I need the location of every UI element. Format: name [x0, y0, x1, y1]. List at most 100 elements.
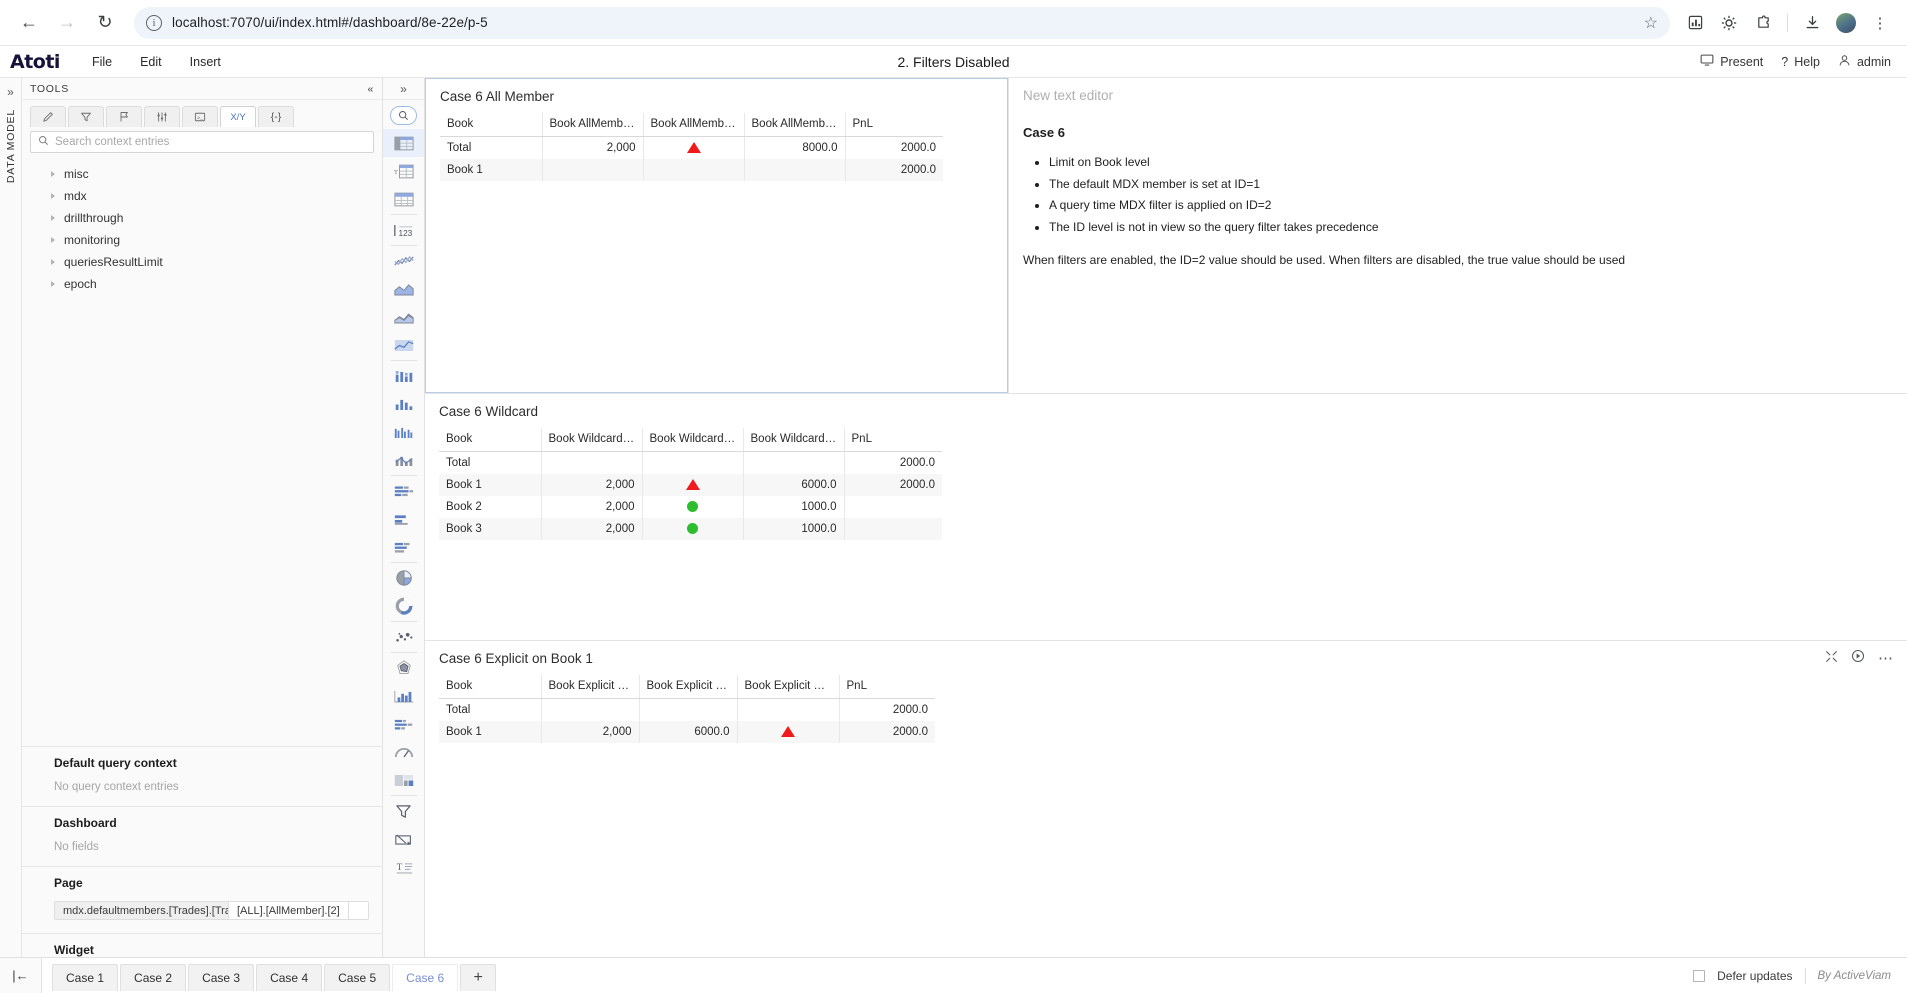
drillthrough-icon[interactable]: [383, 825, 424, 853]
reload-icon[interactable]: ↻: [88, 6, 122, 40]
user-account-button[interactable]: admin: [1838, 54, 1891, 70]
page-context-entry[interactable]: mdx.defaultmembers.[Trades].[Trad... [AL…: [54, 901, 370, 920]
kpi-number-icon[interactable]: 123: [383, 216, 424, 244]
page-context-key[interactable]: mdx.defaultmembers.[Trades].[Trad...: [54, 901, 229, 920]
column-header-book[interactable]: Book: [440, 113, 543, 137]
download-icon[interactable]: [1797, 8, 1827, 38]
help-button[interactable]: ? Help: [1781, 55, 1820, 69]
column-header-book[interactable]: Book: [439, 428, 542, 452]
page-tab-case-1[interactable]: Case 1: [52, 963, 119, 991]
gantt-chart-icon[interactable]: [383, 710, 424, 738]
filter-icon[interactable]: [68, 106, 104, 127]
context-entry-misc[interactable]: misc: [22, 163, 382, 185]
table-row[interactable]: Book 1 2000.0: [440, 159, 943, 181]
table-row[interactable]: Book 1 2,000 6000.0 2000.0: [439, 474, 942, 496]
layout-icon[interactable]: [383, 766, 424, 794]
kebab-menu-icon[interactable]: ⋮: [1865, 8, 1895, 38]
table-row[interactable]: Book 2 2,000 1000.0: [439, 496, 942, 518]
flag-icon[interactable]: [106, 106, 142, 127]
menu-file[interactable]: File: [78, 46, 126, 78]
add-page-button[interactable]: +: [460, 963, 497, 991]
more-options-icon[interactable]: ⋯: [1878, 651, 1893, 666]
line-chart-icon[interactable]: [383, 247, 424, 275]
chevron-double-left-icon[interactable]: «: [367, 83, 374, 95]
present-button[interactable]: Present: [1700, 53, 1763, 70]
sliders-icon[interactable]: [144, 106, 180, 127]
column-header-value[interactable]: Book Explicit Value: [639, 675, 738, 699]
column-header-goal[interactable]: Book AllMember ...: [542, 113, 644, 137]
chevron-double-right-icon[interactable]: »: [383, 78, 424, 100]
widget-case6-wildcard[interactable]: Case 6 Wildcard Book Book Wildcard Goal …: [425, 393, 1907, 640]
context-entry-mdx[interactable]: mdx: [22, 185, 382, 207]
fullscreen-icon[interactable]: [1825, 650, 1838, 668]
menu-insert[interactable]: Insert: [176, 46, 235, 78]
widget-search-button[interactable]: [390, 106, 417, 125]
table-row[interactable]: Book 3 2,000 1000.0: [439, 518, 942, 540]
defer-updates-checkbox[interactable]: [1693, 969, 1706, 982]
page-tab-case-6[interactable]: Case 6: [392, 963, 459, 991]
analytics-extension-icon[interactable]: [1680, 8, 1710, 38]
bar-chart-icon[interactable]: [383, 390, 424, 418]
page-context-value[interactable]: [ALL].[AllMember].[2]: [229, 901, 349, 920]
column-header-value[interactable]: Book Wildcard Val...: [743, 428, 845, 452]
grouped-column-chart-icon[interactable]: [383, 418, 424, 446]
gauge-icon[interactable]: [383, 738, 424, 766]
column-header-goal[interactable]: Book Wildcard Goal: [541, 428, 643, 452]
forward-arrow-icon[interactable]: →: [50, 6, 84, 40]
waterfall-chart-icon[interactable]: [383, 533, 424, 561]
column-header-pnl[interactable]: PnL: [845, 113, 943, 137]
tree-table-icon[interactable]: T: [383, 157, 424, 185]
text-editor-icon[interactable]: T: [383, 853, 424, 881]
collapse-panel-icon[interactable]: |←: [0, 958, 42, 993]
context-entry-drillthrough[interactable]: drillthrough: [22, 207, 382, 229]
back-arrow-icon[interactable]: ←: [12, 6, 46, 40]
table-row[interactable]: Total 2,000 8000.0 2000.0: [440, 136, 943, 159]
context-entry-monitoring[interactable]: monitoring: [22, 229, 382, 251]
column-header-status[interactable]: Book Explicit Status: [737, 675, 840, 699]
context-entry-queriesresultlimit[interactable]: queriesResultLimit: [22, 251, 382, 273]
stacked-bar-chart-icon[interactable]: [383, 505, 424, 533]
page-tab-case-3[interactable]: Case 3: [188, 963, 255, 991]
histogram-icon[interactable]: [383, 682, 424, 710]
table-row[interactable]: Book 1 2,000 6000.0 2000.0: [439, 721, 935, 743]
console-icon[interactable]: >_: [182, 106, 218, 127]
column-header-book[interactable]: Book: [439, 675, 542, 699]
column-header-value[interactable]: Book AllMember V...: [744, 113, 846, 137]
widget-text-editor[interactable]: New text editor Case 6 Limit on Book lev…: [1008, 78, 1907, 393]
page-tab-case-2[interactable]: Case 2: [120, 963, 187, 991]
table-row[interactable]: Total 2000.0: [439, 451, 942, 474]
context-entry-epoch[interactable]: epoch: [22, 273, 382, 295]
column-chart-icon[interactable]: [383, 362, 424, 390]
widget-case6-explicit[interactable]: Case 6 Explicit on Book 1 ⋯ Book Book Ex…: [425, 640, 1907, 993]
column-header-status[interactable]: Book AllMember S...: [643, 113, 745, 137]
column-header-goal[interactable]: Book Explicit Goal: [541, 675, 640, 699]
data-model-rail-label[interactable]: DATA MODEL: [5, 109, 17, 183]
pencil-icon[interactable]: [30, 106, 66, 127]
play-circle-icon[interactable]: [1851, 649, 1865, 668]
scatter-plot-icon[interactable]: [383, 623, 424, 651]
column-header-pnl[interactable]: PnL: [844, 428, 942, 452]
column-header-status[interactable]: Book Wildcard Sta...: [642, 428, 744, 452]
bookmark-star-icon[interactable]: ☆: [1644, 13, 1658, 33]
pivot-table-icon[interactable]: [383, 129, 424, 157]
search-input[interactable]: [55, 136, 366, 148]
site-info-icon[interactable]: i: [146, 14, 162, 31]
pivot-table-explicit[interactable]: Book Book Explicit Goal Book Explicit Va…: [439, 675, 935, 743]
horizontal-bar-chart-icon[interactable]: [383, 477, 424, 505]
area-chart-icon[interactable]: [383, 275, 424, 303]
radar-chart-icon[interactable]: [383, 654, 424, 682]
text-editor-content[interactable]: Case 6 Limit on Book level The default M…: [1009, 103, 1907, 269]
filled-line-chart-icon[interactable]: [383, 331, 424, 359]
donut-chart-icon[interactable]: [383, 592, 424, 620]
widget-case6-all-member[interactable]: Case 6 All Member Book Book AllMember ..…: [425, 78, 1008, 393]
page-tab-case-4[interactable]: Case 4: [256, 963, 323, 991]
braces-icon[interactable]: {-}: [258, 106, 294, 127]
table-row[interactable]: Total 2000.0: [439, 698, 935, 721]
page-tab-case-5[interactable]: Case 5: [324, 963, 391, 991]
pie-chart-icon[interactable]: [383, 564, 424, 592]
pivot-table-wildcard[interactable]: Book Book Wildcard Goal Book Wildcard St…: [439, 428, 942, 540]
pivot-table-all-member[interactable]: Book Book AllMember ... Book AllMember S…: [440, 113, 943, 181]
stacked-area-chart-icon[interactable]: [383, 303, 424, 331]
combo-chart-icon[interactable]: [383, 446, 424, 474]
address-bar[interactable]: i localhost:7070/ui/index.html#/dashboar…: [134, 6, 1670, 39]
